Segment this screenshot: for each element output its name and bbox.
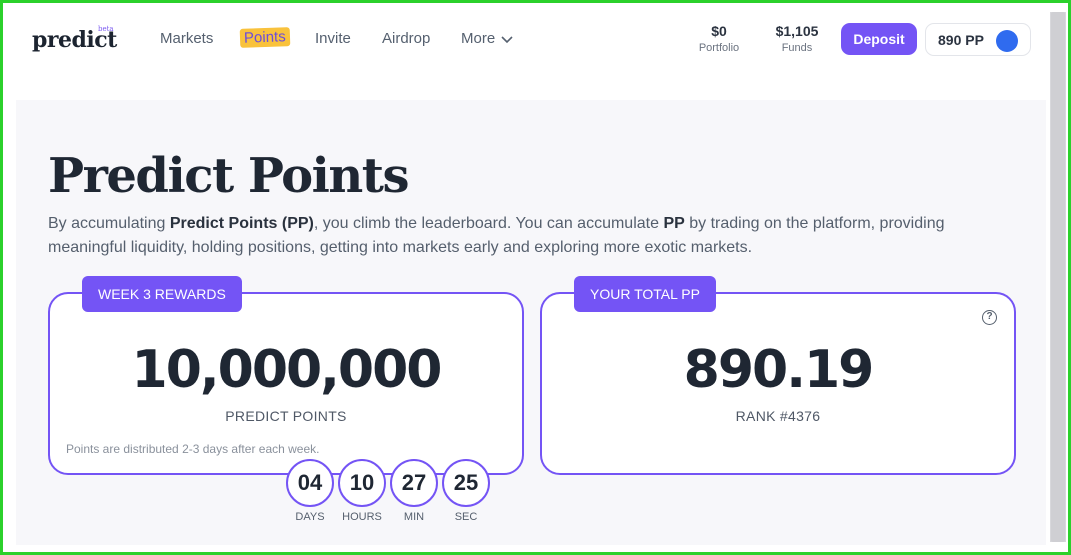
nav-more[interactable]: More [461,30,513,48]
countdown-sec: 25 SEC [442,459,490,523]
countdown-days-label: DAYS [295,511,325,523]
funds-value: $1,105 [775,23,819,39]
countdown-hours: 10 HOURS [338,459,386,523]
weekly-rewards-tab: WEEK 3 REWARDS [82,276,242,312]
portfolio-label: Portfolio [698,42,740,54]
intro-bold: PP [663,215,685,232]
beta-badge: beta [98,25,114,33]
nav-more-label: More [461,30,496,47]
total-pp-card: YOUR TOTAL PP ? 890.19 RANK #4376 [540,276,1016,475]
total-pp-value: 890.19 [683,340,875,400]
funds-label: Funds [781,42,813,54]
scrollbar[interactable] [1050,12,1066,542]
page-title: Predict Points [48,148,409,204]
intro-bold: Predict Points (PP) [169,215,314,232]
countdown-hours-label: HOURS [342,511,382,523]
distribution-note: Points are distributed 2-3 days after ea… [66,442,320,456]
countdown-min: 27 MIN [390,459,438,523]
intro-part: By accumulating [48,215,170,232]
weekly-rewards-card: WEEK 3 REWARDS 10,000,000 PREDICT POINTS… [48,276,524,475]
nav-airdrop[interactable]: Airdrop [382,30,430,47]
countdown-sec-label: SEC [454,511,478,523]
nav-airdrop-label: Airdrop [382,30,431,47]
total-pp-tab: YOUR TOTAL PP [574,276,716,312]
weekly-rewards-value: 10,000,000 [131,340,443,400]
top-nav-bar: predict beta Markets Points Invite Airdr… [16,3,1046,100]
countdown-min-label: MIN [403,511,425,523]
rank-label: RANK #4376 [735,408,821,424]
weekly-rewards-unit: PREDICT POINTS [225,408,347,424]
help-icon[interactable]: ? [982,310,997,325]
countdown-hours-value: 10 [338,459,386,507]
scrollbar-thumb[interactable] [1051,12,1065,542]
countdown-sec-value: 25 [442,459,490,507]
nav-points[interactable]: Points [239,27,291,48]
nav-markets[interactable]: Markets [160,30,213,47]
chevron-down-icon [501,31,513,48]
countdown-min-value: 27 [390,459,438,507]
deposit-button[interactable]: Deposit [841,23,917,55]
portfolio-value: $0 [711,23,727,39]
nav-invite[interactable]: Invite [315,30,351,47]
avatar [996,30,1018,52]
countdown-days-value: 04 [286,459,334,507]
intro-text: By accumulating Predict Points (PP), you… [48,212,1008,260]
portfolio-stat[interactable]: $0 Portfolio [695,23,743,54]
points-page: Predict Points By accumulating Predict P… [16,100,1046,545]
countdown-days: 04 DAYS [286,459,334,523]
funds-stat[interactable]: $1,105 Funds [770,23,824,54]
points-account-pill[interactable]: 890 PP [925,23,1031,56]
intro-part: , you climb the leaderboard. You can acc… [313,215,664,232]
points-balance: 890 PP [938,32,984,48]
